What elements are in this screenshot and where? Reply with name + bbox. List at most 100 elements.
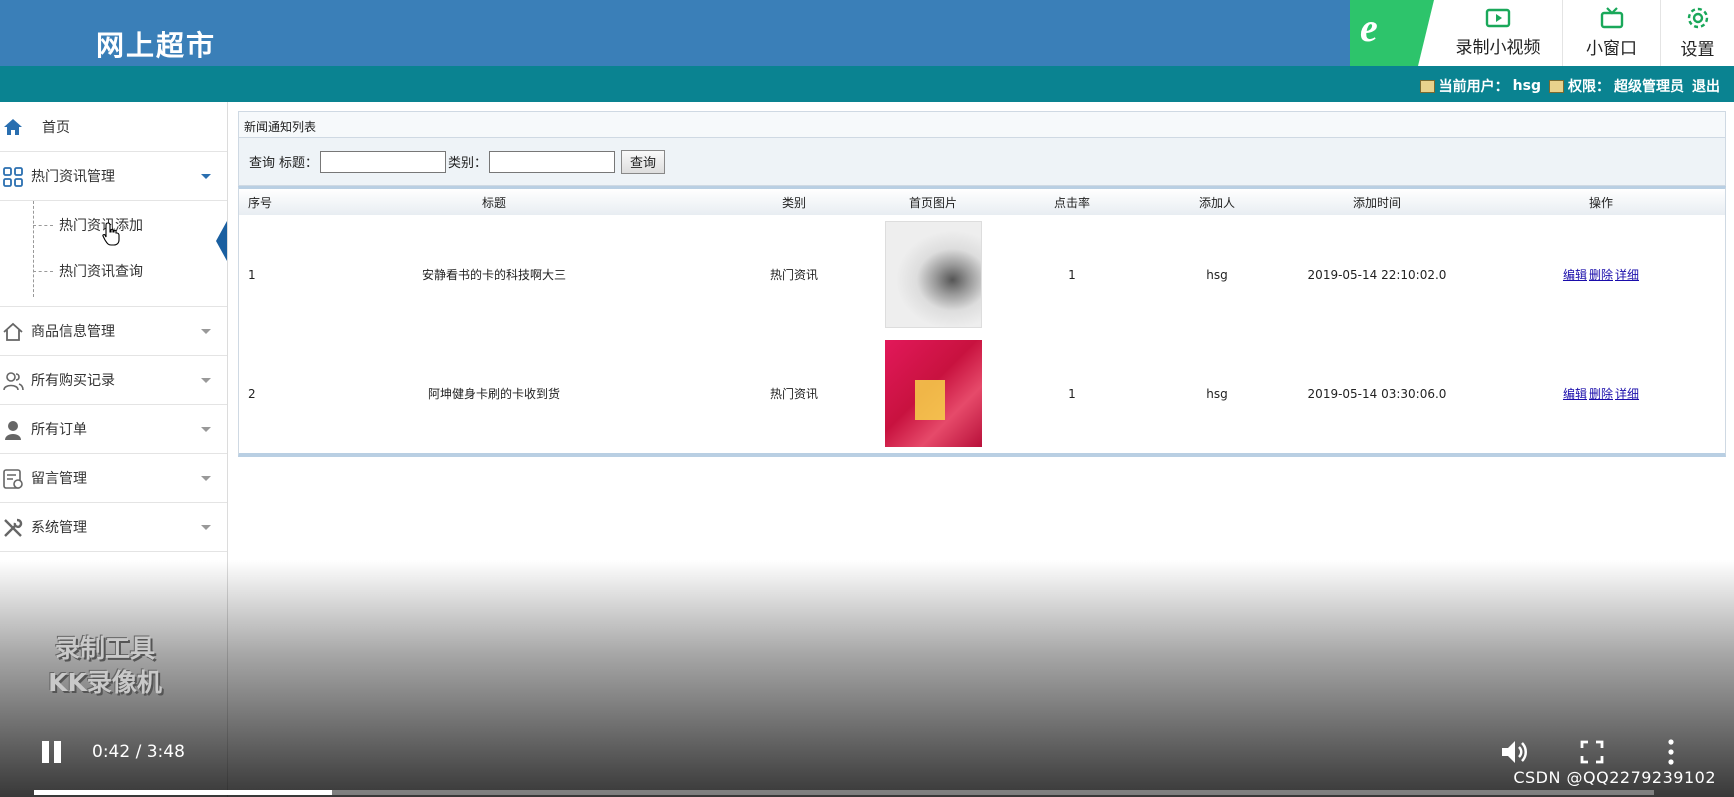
current-user-label: 当前用户：: [1438, 79, 1509, 95]
sidebar-item-messages[interactable]: 留言管理: [0, 454, 227, 503]
panel-title: 新闻通知列表: [238, 111, 1726, 138]
volume-icon[interactable]: [1500, 738, 1532, 766]
category-search-input[interactable]: [489, 150, 616, 173]
cell-author: hsg: [1206, 386, 1228, 401]
sidebar-item-orders[interactable]: 所有订单: [0, 405, 227, 454]
mini-window-icon: [1600, 7, 1623, 29]
permission-icon: [1549, 79, 1564, 93]
sidebar-item-label: 所有购买记录: [31, 373, 115, 389]
search-button[interactable]: 查询: [621, 149, 666, 174]
sidebar-item-system[interactable]: 系统管理: [0, 503, 227, 552]
video-progress-bar[interactable]: [34, 790, 1654, 795]
cell-category: 热门资讯: [769, 387, 818, 401]
user-status-bar: 当前用户： hsg 权限： 超级管理员 退出: [0, 66, 1734, 102]
sidebar-item-label: 系统管理: [31, 520, 87, 536]
sidebar-item-label: 热门资讯管理: [31, 169, 115, 185]
cell-time: 2019-05-14 03:30:06.0: [1307, 386, 1447, 401]
news-thumbnail[interactable]: [884, 340, 982, 447]
sidebar-item-label: 留言管理: [31, 471, 87, 487]
cell-author: hsg: [1206, 267, 1228, 282]
column-header: 首页图片: [908, 195, 957, 210]
cell-time: 2019-05-14 22:10:02.0: [1307, 267, 1447, 282]
video-progress-fill: [34, 790, 333, 795]
column-header: 添加人: [1198, 195, 1235, 210]
news-thumbnail[interactable]: [884, 221, 982, 328]
current-user-name: hsg: [1512, 78, 1541, 94]
column-header: 操作: [1588, 195, 1613, 210]
recorder-watermark: 录制工具 KK录像机: [30, 632, 180, 700]
fullscreen-icon[interactable]: [1580, 740, 1604, 764]
submenu-item-hot-news-query[interactable]: 热门资讯查询: [33, 261, 143, 281]
record-video-icon: [1485, 8, 1511, 28]
edit-link[interactable]: 编辑: [1563, 268, 1587, 282]
more-options-icon[interactable]: [1666, 738, 1676, 766]
duration: 3:48: [146, 742, 185, 762]
cell-num: 1: [248, 267, 256, 282]
gear-icon: [1687, 7, 1708, 29]
mini-window-button[interactable]: 小窗口: [1562, 0, 1660, 66]
column-header: 类别: [781, 195, 806, 210]
cell-actions: 编辑 删除 详细: [1477, 215, 1725, 334]
chevron-down-icon: [201, 525, 211, 530]
table-row: 1 安静看书的卡的科技啊大三 热门资讯 1 hsg 2019-05-14 22:…: [239, 215, 1725, 334]
settings-button[interactable]: 设置: [1660, 0, 1734, 66]
browser-logo-icon: e: [1350, 0, 1434, 66]
user-info: 当前用户： hsg 权限： 超级管理员 退出: [1419, 76, 1720, 96]
grid-icon: [3, 167, 23, 187]
delete-link[interactable]: 删除: [1589, 387, 1613, 401]
main-content: 新闻通知列表 查询 标题： 类别： 查询 序号 标题 类别 首页图片 点击率 添…: [238, 111, 1726, 457]
person-icon: [5, 421, 21, 440]
record-video-label: 录制小视频: [1455, 38, 1541, 58]
source-watermark: CSDN @QQ2279239102: [1513, 768, 1716, 787]
news-table: 序号 标题 类别 首页图片 点击率 添加人 添加时间 操作 1 安静看书的卡的科…: [238, 186, 1726, 457]
edit-link[interactable]: 编辑: [1563, 387, 1587, 401]
title-search-input[interactable]: [320, 150, 447, 173]
title-field-label: 标题：: [279, 156, 319, 171]
table-row: 2 阿坤健身卡刷的卡收到货 热门资讯 1 hsg 2019-05-14 03:3…: [239, 334, 1725, 453]
logout-link[interactable]: 退出: [1692, 76, 1720, 96]
cell-image: [879, 334, 987, 453]
mini-window-label: 小窗口: [1586, 39, 1637, 59]
hot-news-submenu: 热门资讯添加 热门资讯查询: [0, 201, 227, 307]
users-icon: [3, 372, 24, 391]
cell-actions: 编辑 删除 详细: [1477, 334, 1725, 453]
detail-link[interactable]: 详细: [1615, 387, 1639, 401]
pause-button[interactable]: [40, 740, 64, 764]
browser-logo-glyph: e: [1360, 5, 1378, 50]
role-value: 超级管理员: [1614, 79, 1684, 95]
watermark-line: KK录像机: [48, 668, 162, 697]
sidebar-item-home[interactable]: 首页: [0, 102, 227, 152]
sidebar-item-purchases[interactable]: 所有购买记录: [0, 356, 227, 405]
chevron-down-icon: [201, 476, 211, 481]
home-icon: [4, 119, 22, 135]
user-icon: [1419, 79, 1435, 93]
cell-category: 热门资讯: [769, 268, 818, 282]
delete-link[interactable]: 删除: [1589, 268, 1613, 282]
sidebar-item-label: 所有订单: [31, 422, 87, 438]
table-header-row: 序号 标题 类别 首页图片 点击率 添加人 添加时间 操作: [239, 189, 1725, 215]
recorder-toolbar: e 录制小视频 小窗口 设置: [1350, 0, 1734, 66]
video-player-gradient: [0, 560, 1734, 797]
current-time: 0:42: [92, 742, 131, 762]
cell-image: [879, 215, 987, 334]
column-header: 添加时间: [1352, 195, 1401, 210]
sidebar-item-products[interactable]: 商品信息管理: [0, 307, 227, 356]
chevron-down-icon: [201, 329, 211, 334]
search-prefix-label: 查询: [249, 156, 276, 171]
cell-num: 2: [248, 386, 256, 401]
chevron-down-icon: [201, 378, 211, 383]
hand-cursor-icon: [102, 222, 120, 246]
column-header: 点击率: [1053, 195, 1090, 210]
category-field-label: 类别：: [448, 156, 488, 171]
record-video-button[interactable]: 录制小视频: [1434, 0, 1562, 66]
column-header: 序号: [248, 195, 273, 210]
submenu-item-hot-news-add[interactable]: 热门资讯添加: [33, 215, 143, 235]
app-header: 网上超市 e 录制小视频 小窗口 设置: [0, 0, 1734, 66]
site-brand: 网上超市: [96, 29, 217, 62]
sidebar-item-label: 商品信息管理: [31, 324, 115, 340]
sidebar-item-hot-news[interactable]: 热门资讯管理: [0, 152, 227, 201]
chevron-down-icon: [201, 427, 211, 432]
cell-title: 安静看书的卡的科技啊大三: [421, 268, 566, 282]
detail-link[interactable]: 详细: [1615, 268, 1639, 282]
video-timecode: 0:42 / 3:48: [92, 742, 185, 762]
